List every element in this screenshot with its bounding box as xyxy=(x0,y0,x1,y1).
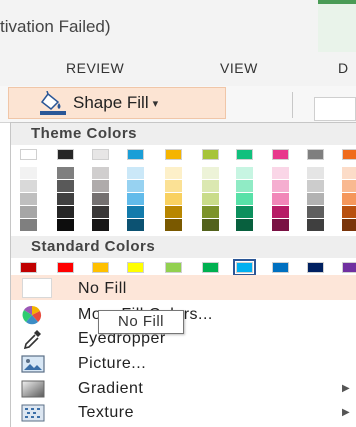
theme-color-shade[interactable] xyxy=(127,167,144,179)
theme-color-swatch[interactable] xyxy=(202,149,219,160)
eyedropper-icon xyxy=(23,328,43,355)
theme-color-swatch[interactable] xyxy=(342,149,356,160)
standard-color-swatch[interactable] xyxy=(342,262,356,273)
standard-colors-header: Standard Colors xyxy=(11,236,356,258)
theme-color-swatch[interactable] xyxy=(92,149,109,160)
theme-color-shade[interactable] xyxy=(127,193,144,205)
theme-color-shade[interactable] xyxy=(236,219,253,231)
theme-color-shade[interactable] xyxy=(20,167,37,179)
theme-color-shade[interactable] xyxy=(165,206,182,218)
theme-color-shade[interactable] xyxy=(202,206,219,218)
no-fill-label: No Fill xyxy=(78,280,127,297)
theme-color-swatch[interactable] xyxy=(20,149,37,160)
no-fill-item[interactable] xyxy=(11,275,356,300)
theme-color-shade[interactable] xyxy=(165,180,182,192)
theme-color-shade[interactable] xyxy=(92,193,109,205)
paint-bucket-icon xyxy=(39,90,67,115)
theme-color-shade[interactable] xyxy=(307,167,324,179)
standard-color-swatch[interactable] xyxy=(92,262,109,273)
theme-color-shade[interactable] xyxy=(20,206,37,218)
shape-fill-button[interactable]: Shape Fill ▾ xyxy=(8,87,226,119)
gradient-label: Gradient xyxy=(78,380,144,397)
theme-color-swatch[interactable] xyxy=(272,149,289,160)
theme-color-shade[interactable] xyxy=(272,219,289,231)
theme-color-shade[interactable] xyxy=(272,193,289,205)
tab-design[interactable]: D xyxy=(338,60,349,76)
theme-color-shade[interactable] xyxy=(57,193,74,205)
theme-color-shade[interactable] xyxy=(272,180,289,192)
theme-color-shade[interactable] xyxy=(342,219,356,231)
theme-color-shade[interactable] xyxy=(92,206,109,218)
gradient-item[interactable]: Gradient ▶ xyxy=(11,377,356,401)
theme-color-shade[interactable] xyxy=(57,180,74,192)
theme-color-shade[interactable] xyxy=(20,193,37,205)
picture-label: Picture... xyxy=(78,355,147,372)
texture-icon xyxy=(21,404,45,427)
texture-item[interactable]: Texture ▶ xyxy=(11,401,356,425)
submenu-arrow-icon: ▶ xyxy=(342,407,350,418)
theme-colors-header: Theme Colors xyxy=(11,123,356,145)
theme-color-shade[interactable] xyxy=(342,180,356,192)
theme-color-shade[interactable] xyxy=(57,167,74,179)
tab-review[interactable]: REVIEW xyxy=(66,60,124,76)
chevron-down-icon: ▾ xyxy=(152,97,159,110)
picture-item[interactable]: Picture... xyxy=(11,352,356,376)
theme-color-shade[interactable] xyxy=(236,206,253,218)
theme-color-shade[interactable] xyxy=(92,167,109,179)
theme-color-shade[interactable] xyxy=(236,193,253,205)
theme-color-shade[interactable] xyxy=(272,206,289,218)
theme-color-shade[interactable] xyxy=(92,180,109,192)
theme-color-shade[interactable] xyxy=(307,206,324,218)
theme-color-shade[interactable] xyxy=(127,180,144,192)
submenu-arrow-icon: ▶ xyxy=(342,383,350,394)
no-fill-swatch xyxy=(22,278,52,298)
theme-color-shade[interactable] xyxy=(236,167,253,179)
texture-label: Texture xyxy=(78,404,134,421)
theme-color-shade[interactable] xyxy=(57,206,74,218)
theme-color-shade[interactable] xyxy=(57,219,74,231)
theme-color-shade[interactable] xyxy=(202,167,219,179)
theme-color-shade[interactable] xyxy=(20,219,37,231)
standard-color-swatch[interactable] xyxy=(165,262,182,273)
theme-color-shade[interactable] xyxy=(127,206,144,218)
theme-color-shade[interactable] xyxy=(307,180,324,192)
standard-color-swatch[interactable] xyxy=(57,262,74,273)
theme-color-shade[interactable] xyxy=(307,193,324,205)
theme-color-swatch[interactable] xyxy=(307,149,324,160)
standard-color-swatch[interactable] xyxy=(127,262,144,273)
theme-color-shade[interactable] xyxy=(202,193,219,205)
theme-color-shade[interactable] xyxy=(307,219,324,231)
ribbon-style-box[interactable] xyxy=(314,97,356,121)
window-title: tivation Failed) xyxy=(0,17,111,36)
standard-color-swatch[interactable] xyxy=(20,262,37,273)
no-fill-tooltip: No Fill xyxy=(98,310,184,334)
theme-color-shade[interactable] xyxy=(202,219,219,231)
picture-icon xyxy=(21,355,45,378)
theme-color-shade[interactable] xyxy=(342,193,356,205)
standard-color-swatch[interactable] xyxy=(202,262,219,273)
theme-color-shade[interactable] xyxy=(165,167,182,179)
theme-color-shade[interactable] xyxy=(127,219,144,231)
theme-color-swatch[interactable] xyxy=(236,149,253,160)
standard-color-swatch[interactable] xyxy=(307,262,324,273)
theme-color-swatch[interactable] xyxy=(165,149,182,160)
theme-color-shade[interactable] xyxy=(342,167,356,179)
theme-color-shade[interactable] xyxy=(342,206,356,218)
tab-view[interactable]: VIEW xyxy=(220,60,258,76)
theme-color-shade[interactable] xyxy=(20,180,37,192)
shape-fill-label: Shape Fill xyxy=(73,93,149,112)
ribbon-divider xyxy=(292,92,293,118)
standard-color-swatch[interactable] xyxy=(272,262,289,273)
theme-color-shade[interactable] xyxy=(165,219,182,231)
gradient-icon xyxy=(21,380,45,403)
standard-color-swatch[interactable] xyxy=(233,259,256,276)
theme-color-swatch[interactable] xyxy=(127,149,144,160)
ribbon-tabs xyxy=(0,52,356,86)
theme-color-shade[interactable] xyxy=(92,219,109,231)
theme-color-shade[interactable] xyxy=(236,180,253,192)
theme-color-swatch[interactable] xyxy=(57,149,74,160)
theme-color-shade[interactable] xyxy=(272,167,289,179)
theme-color-shade[interactable] xyxy=(202,180,219,192)
theme-color-shade[interactable] xyxy=(165,193,182,205)
